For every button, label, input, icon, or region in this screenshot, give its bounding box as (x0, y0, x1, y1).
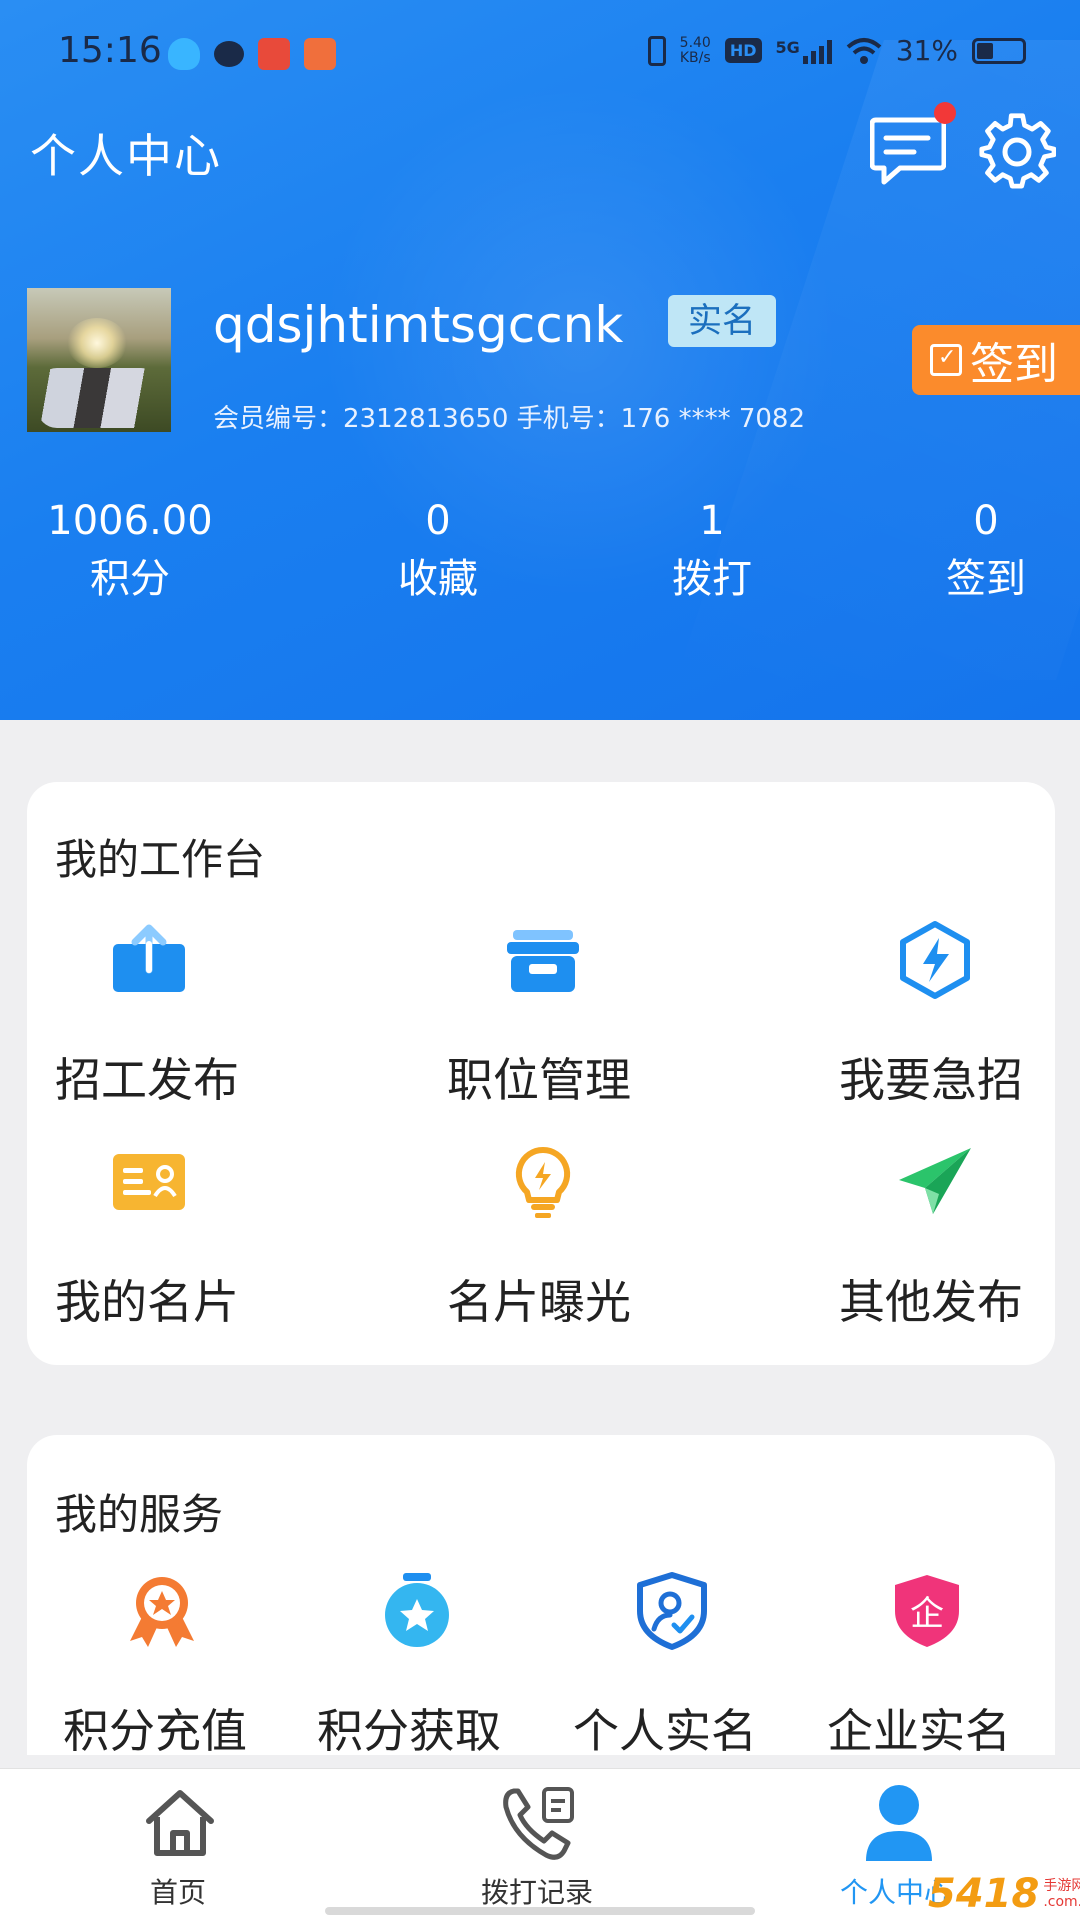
notification-icons (168, 38, 336, 70)
status-bar: 15:16 5.40 KB/s HD 5G 31% (0, 0, 1080, 108)
checkin-label: 签到 (970, 339, 1058, 390)
signal-icon: 5G (776, 38, 832, 64)
wechat-icon (214, 41, 244, 67)
battery-icon (972, 37, 1026, 64)
app-notification-icon (304, 38, 336, 70)
vibrate-icon (647, 35, 666, 66)
page-title: 个人中心 (30, 129, 222, 183)
lightning-icon (900, 921, 970, 999)
watermark-logo: 5418 手游网 .com.cn (928, 1871, 1080, 1917)
paper-plane-icon (899, 1148, 971, 1214)
phone-record-icon (503, 1787, 574, 1860)
workbench-card: 我的工作台 招工发布 职位管理 我要急招 我的名片 名片曝光 其他发布 (27, 782, 1055, 1365)
stat-points[interactable]: 1006.00 积分 (30, 495, 230, 611)
battery-percent: 31% (895, 34, 958, 67)
unread-dot (934, 102, 956, 124)
home-indicator (325, 1907, 755, 1915)
home-icon (146, 1790, 214, 1856)
svg-text:企: 企 (910, 1594, 944, 1634)
checkin-button[interactable]: 签到 (912, 325, 1080, 395)
username: qdsjhtimtsgccnk (213, 296, 624, 354)
gear-icon (979, 113, 1057, 189)
net-speed: 5.40 KB/s (679, 34, 711, 66)
medal-icon (130, 1577, 194, 1647)
business-card-icon (113, 1154, 185, 1210)
verified-badge: 实名 (668, 295, 776, 347)
enterprise-shield-icon: 企 (895, 1575, 959, 1647)
hd-badge: HD (724, 38, 762, 63)
message-button[interactable] (869, 102, 956, 186)
person-icon (866, 1785, 932, 1861)
lightbulb-icon (515, 1146, 571, 1218)
stat-favorites[interactable]: 0 收藏 (338, 495, 538, 611)
services-card: 我的服务 积分充值 积分获取 个人实名 企 企业实名 (27, 1435, 1055, 1758)
workbench-title: 我的工作台 (55, 835, 266, 884)
calendar-check-icon (930, 344, 962, 376)
wifi-icon (846, 37, 882, 64)
settings-button[interactable] (978, 112, 1057, 190)
archive-box-icon (507, 930, 579, 992)
qq-icon (168, 38, 200, 70)
member-info: 会员编号：2312813650 手机号：176 **** 7082 (213, 404, 806, 434)
bottom-tab-bar: 首页 拨打记录 个人中心 (0, 1768, 1080, 1920)
stat-checkins[interactable]: 0 签到 (886, 495, 1080, 611)
services-title: 我的服务 (55, 1490, 224, 1539)
avatar[interactable] (27, 288, 171, 432)
star-badge-icon (385, 1573, 449, 1647)
message-icon (869, 117, 947, 185)
app-notification-icon (258, 38, 290, 70)
upload-icon (113, 924, 185, 992)
stat-calls[interactable]: 1 拨打 (612, 495, 812, 611)
status-time: 15:16 (58, 30, 162, 71)
person-shield-icon (637, 1572, 707, 1650)
